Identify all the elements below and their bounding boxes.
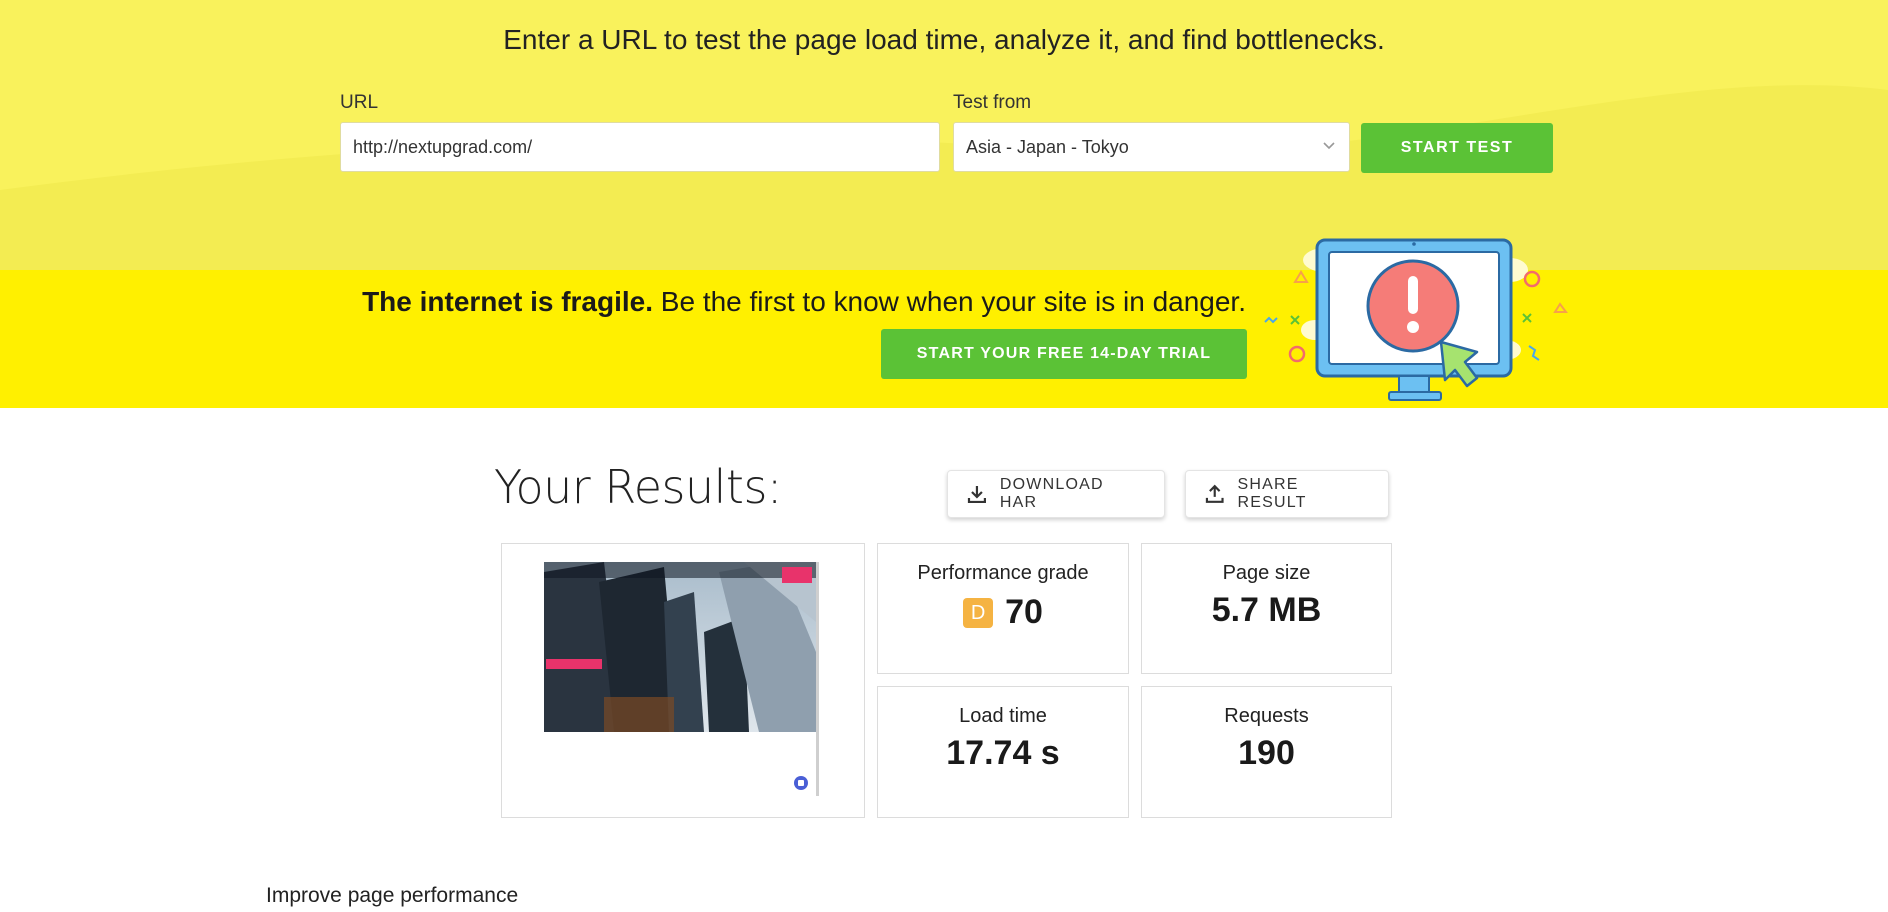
hero-title: Enter a URL to test the page load time, … bbox=[503, 24, 1385, 55]
load-time-value: 17.74 s bbox=[946, 734, 1060, 772]
chevron-down-icon bbox=[1323, 142, 1335, 150]
test-location-select[interactable]: Asia - Japan - Tokyo bbox=[953, 122, 1350, 172]
performance-grade-card: Performance grade D 70 bbox=[877, 543, 1129, 674]
load-time-label: Load time bbox=[959, 705, 1047, 727]
banner-headline-bold: The internet is fragile. bbox=[362, 286, 654, 317]
performance-grade-row: D 70 bbox=[878, 593, 1128, 632]
screenshot-scrollbar[interactable] bbox=[816, 562, 819, 796]
page-size-value: 5.7 MB bbox=[1211, 591, 1322, 629]
performance-grade-label: Performance grade bbox=[917, 562, 1089, 584]
monitoring-promo-banner: The internet is fragile. Be the first to… bbox=[0, 270, 1888, 408]
test-from-label: Test from bbox=[953, 92, 1032, 113]
load-time-card: Load time 17.74 s bbox=[877, 686, 1129, 818]
requests-label: Requests bbox=[1224, 705, 1309, 727]
requests-value: 190 bbox=[1238, 734, 1295, 772]
download-icon bbox=[967, 486, 987, 504]
improve-performance-heading: Improve page performance bbox=[266, 884, 519, 907]
page-size-card: Page size 5.7 MB bbox=[1141, 543, 1392, 674]
free-trial-button[interactable]: START YOUR FREE 14-DAY TRIAL bbox=[881, 329, 1247, 379]
screenshot-image bbox=[544, 562, 816, 732]
start-test-button[interactable]: START TEST bbox=[1361, 123, 1553, 173]
performance-grade-value: 70 bbox=[1005, 593, 1043, 631]
alert-monitor-illustration bbox=[1264, 238, 1568, 401]
url-input[interactable] bbox=[340, 122, 940, 172]
download-har-label: DOWNLOAD HAR bbox=[999, 476, 1104, 511]
url-label: URL bbox=[340, 92, 379, 113]
share-result-label: SHARE RESULT bbox=[1237, 476, 1307, 511]
download-har-button[interactable]: DOWNLOAD HAR bbox=[947, 470, 1165, 518]
chat-widget-icon bbox=[794, 776, 808, 790]
test-form-section: Enter a URL to test the page load time, … bbox=[0, 0, 1888, 270]
requests-card: Requests 190 bbox=[1141, 686, 1392, 818]
share-result-button[interactable]: SHARE RESULT bbox=[1185, 470, 1389, 518]
results-title: Your Results: bbox=[494, 460, 782, 514]
share-icon bbox=[1205, 484, 1224, 503]
test-location-value: Asia - Japan - Tokyo bbox=[966, 137, 1129, 157]
banner-headline-rest: Be the first to know when your site is i… bbox=[653, 286, 1246, 317]
page-size-label: Page size bbox=[1222, 562, 1311, 584]
banner-headline: The internet is fragile. Be the first to… bbox=[362, 286, 1246, 318]
grade-letter-badge: D bbox=[963, 597, 994, 628]
page-screenshot-thumbnail bbox=[544, 562, 816, 732]
